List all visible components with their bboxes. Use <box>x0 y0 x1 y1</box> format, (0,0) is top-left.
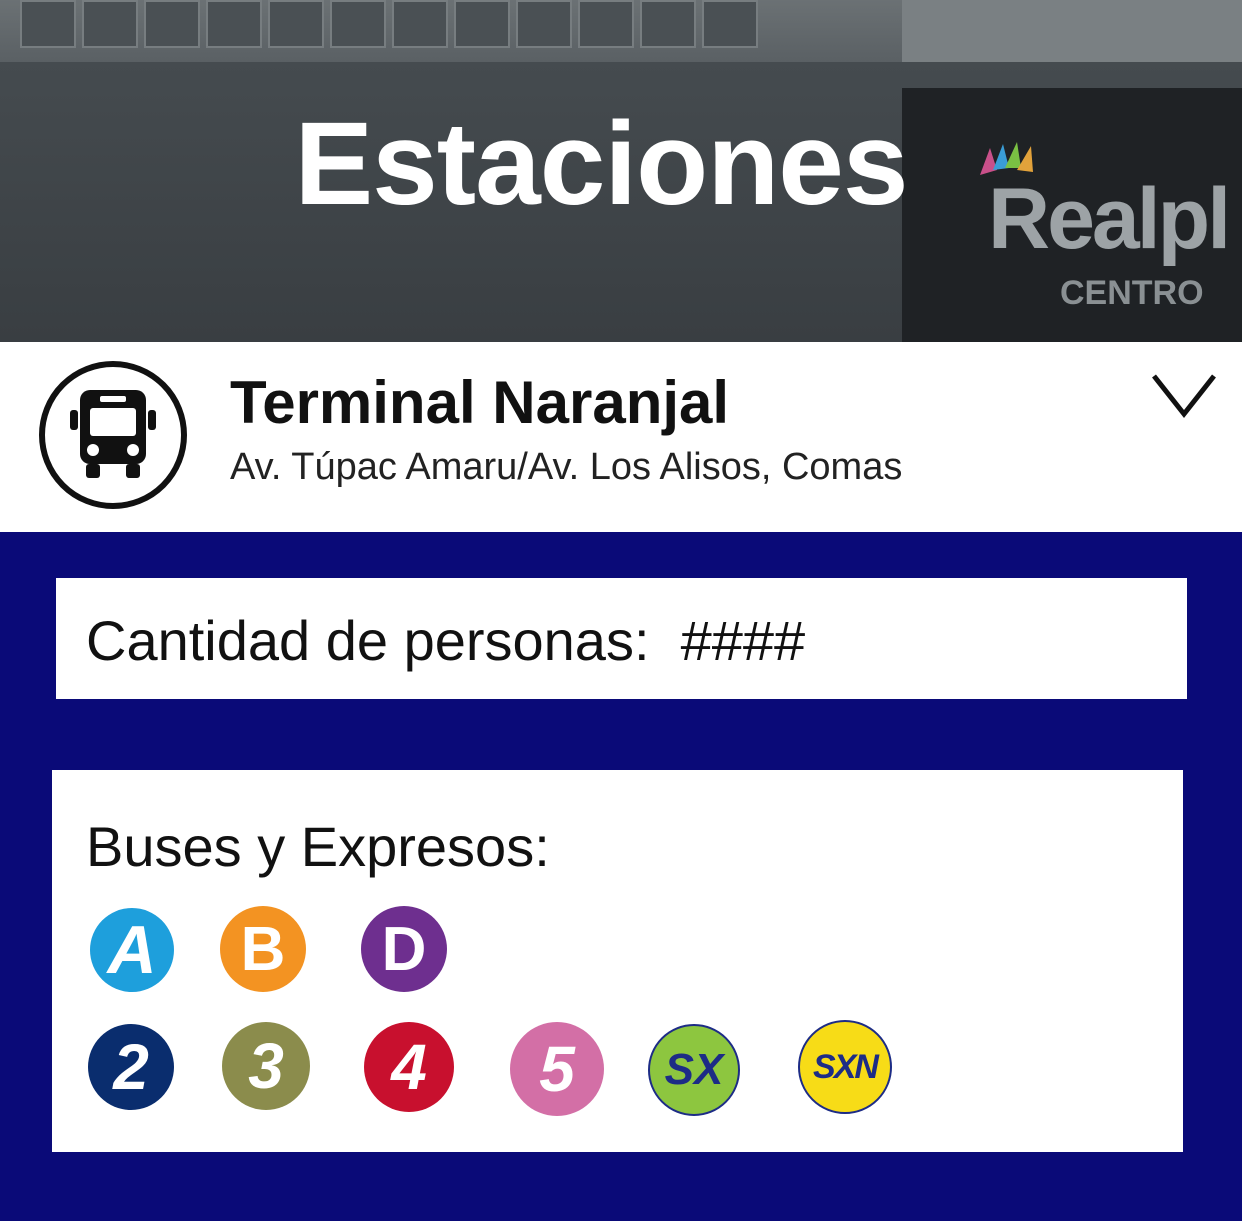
route-badge-sx[interactable]: SX <box>648 1024 740 1116</box>
route-badge-2[interactable]: 2 <box>88 1024 174 1110</box>
route-badge-label: 3 <box>248 1030 284 1102</box>
station-address: Av. Túpac Amaru/Av. Los Alisos, Comas <box>230 446 903 488</box>
routes-card: Buses y Expresos: A B D 2 3 4 5 SX SXN <box>52 770 1183 1152</box>
route-badge-label: SX <box>664 1045 724 1094</box>
route-badge-label: SXN <box>813 1047 879 1086</box>
route-badge-label: D <box>381 914 427 984</box>
people-count: Cantidad de personas: #### <box>86 608 805 673</box>
route-badge-5[interactable]: 5 <box>510 1022 604 1116</box>
people-count-card: Cantidad de personas: #### <box>56 578 1187 699</box>
building-facade <box>902 0 1242 68</box>
people-count-label: Cantidad de personas: <box>86 609 650 672</box>
route-badge-label: B <box>240 914 286 984</box>
route-badge-3[interactable]: 3 <box>222 1022 310 1110</box>
chevron-down-icon[interactable] <box>1148 366 1220 426</box>
route-badge-sxn[interactable]: SXN <box>798 1020 892 1114</box>
route-badge-label: 5 <box>539 1033 575 1105</box>
people-count-value: #### <box>680 609 806 672</box>
routes-title: Buses y Expresos: <box>86 815 550 878</box>
mall-sign-subtitle: CENTRO <box>1060 274 1204 312</box>
header-image: Realpl CENTRO Estaciones <box>0 0 1242 342</box>
page-title: Estaciones <box>294 98 908 230</box>
route-badge-label: 4 <box>391 1031 427 1103</box>
route-badge-4[interactable]: 4 <box>364 1022 454 1112</box>
station-name: Terminal Naranjal <box>230 369 730 436</box>
route-badge-label: A <box>107 912 157 988</box>
route-badge-d[interactable]: D <box>361 906 447 992</box>
route-badge-label: 2 <box>113 1031 149 1103</box>
route-badge-a[interactable]: A <box>90 908 174 992</box>
bus-icon <box>39 361 187 509</box>
route-badge-b[interactable]: B <box>220 906 306 992</box>
